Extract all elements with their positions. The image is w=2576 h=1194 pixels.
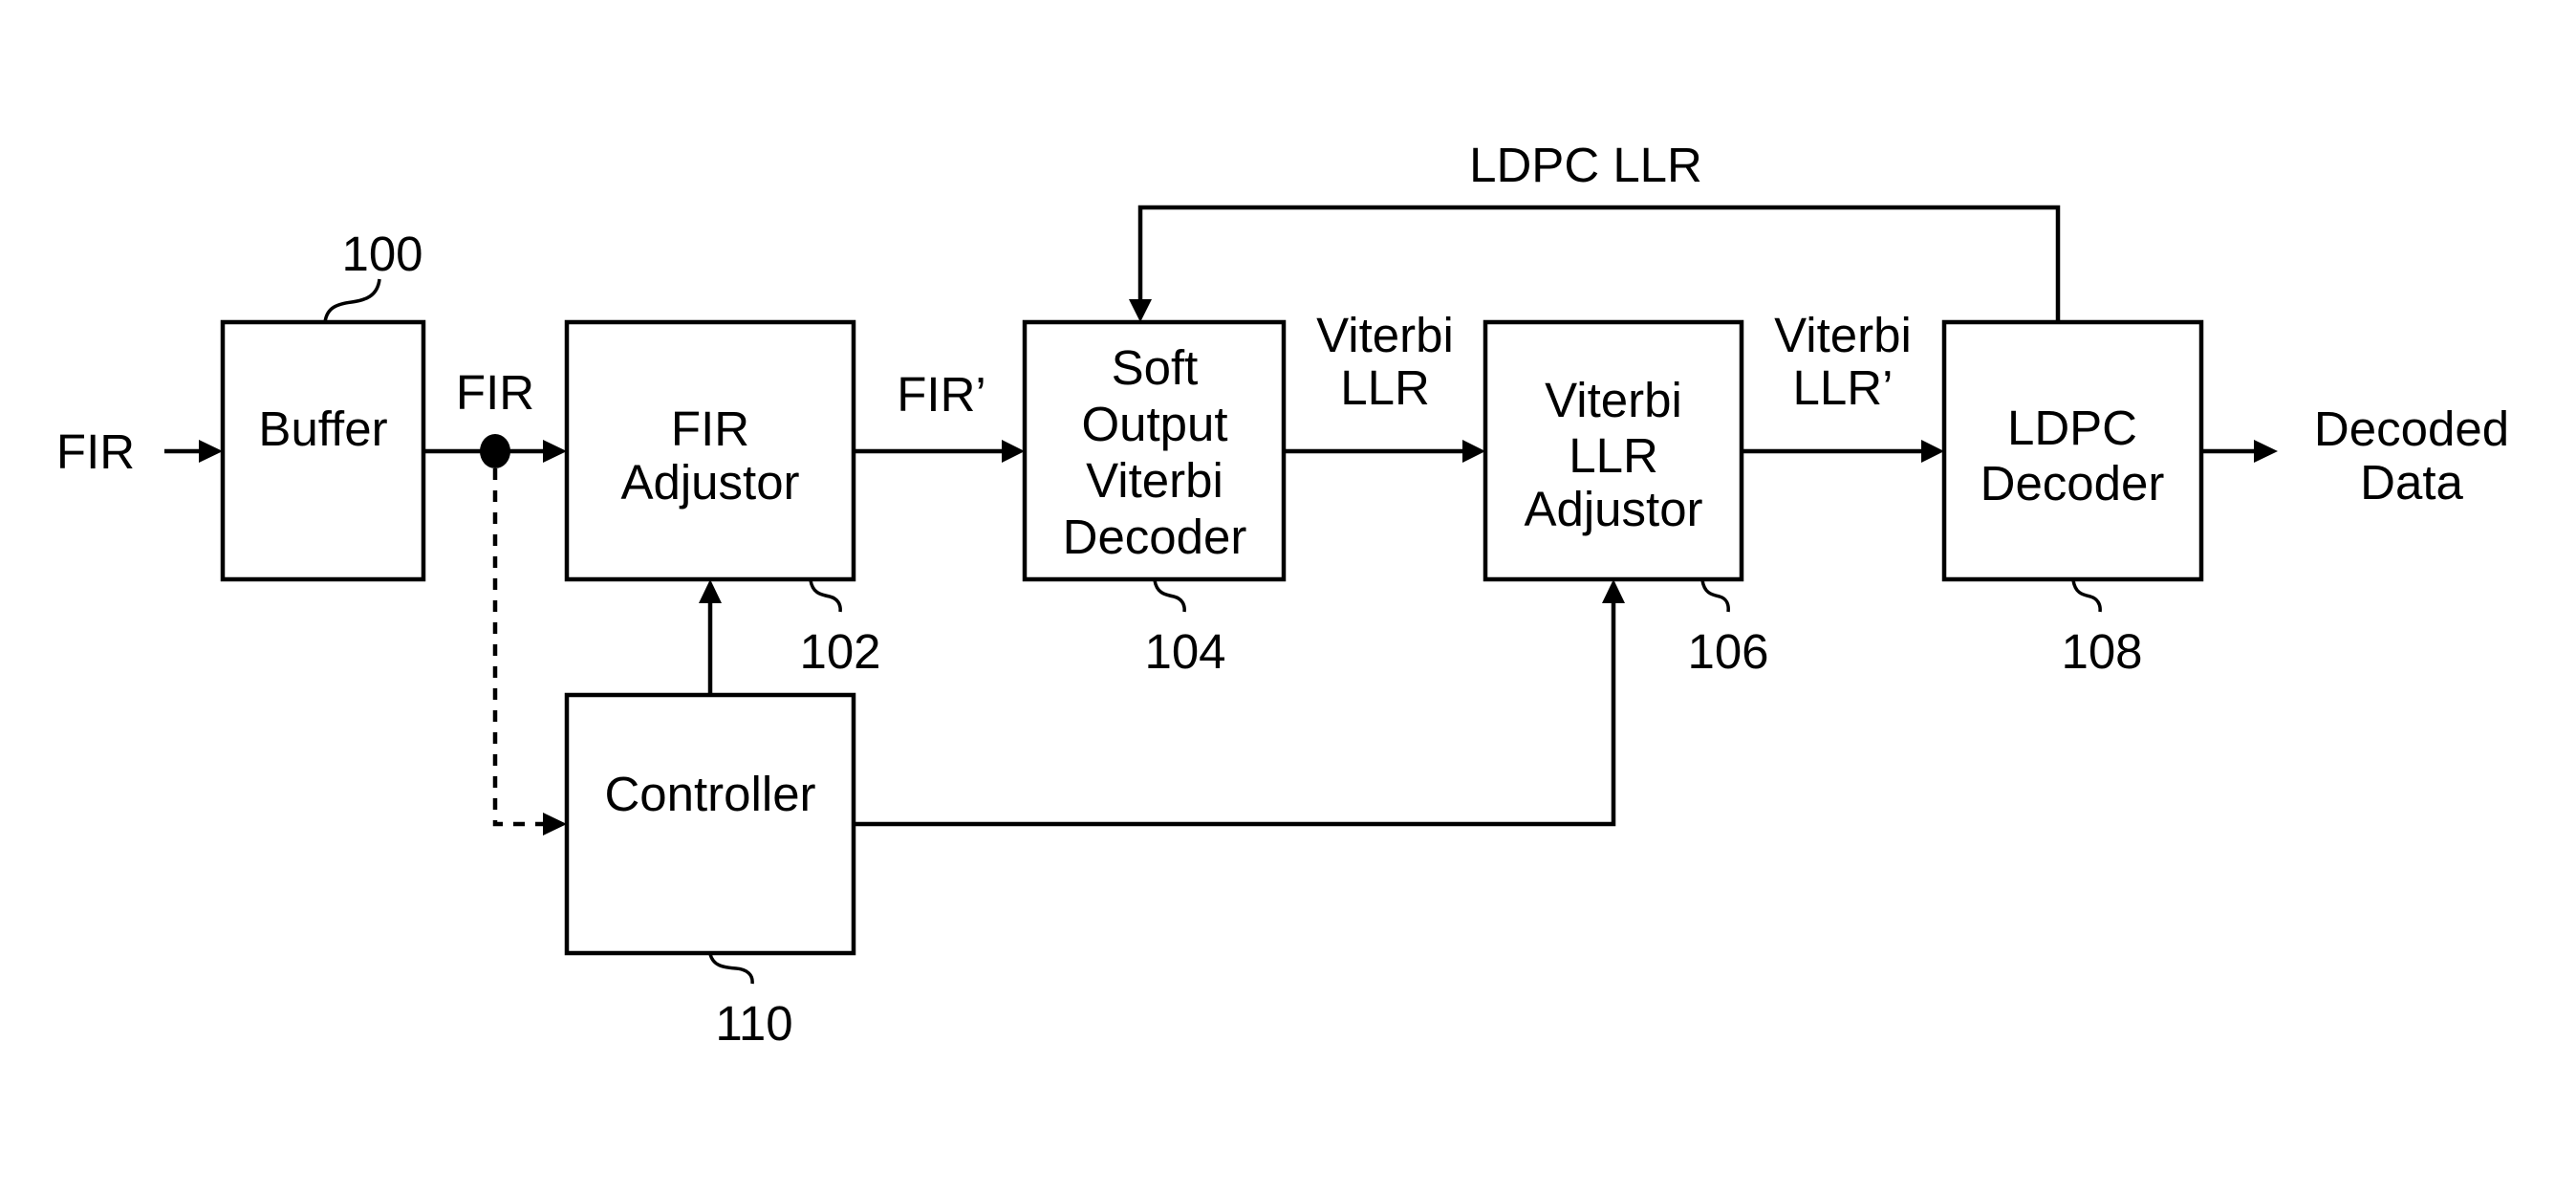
wire-ldpc-feedback-to-sovd: LDPC LLR xyxy=(1129,138,2061,322)
buffer-label: Buffer xyxy=(258,402,387,456)
fir-adjustor-label-line1: FIR xyxy=(671,402,749,456)
block-viterbi-llr-adjustor: Viterbi LLR Adjustor 106 xyxy=(1483,319,1769,679)
arrowhead xyxy=(1602,579,1625,603)
output-signal-label-line2: Data xyxy=(2360,455,2463,510)
block-buffer: Buffer 100 xyxy=(220,227,426,582)
block-soft-output-viterbi-decoder: Soft Output Viterbi Decoder 104 xyxy=(1022,319,1287,679)
viterbi-llr-signal-label-line1: Viterbi xyxy=(1316,308,1454,362)
fir-adjustor-ref-leader xyxy=(809,579,842,613)
wire-controller-to-viterbi-llr-adjustor xyxy=(854,579,1625,827)
block-controller: Controller 110 xyxy=(564,692,856,1051)
wire-controller-to-fir-adjustor xyxy=(699,579,722,695)
arrowhead xyxy=(699,579,722,603)
ldpc-decoder-ref-number: 108 xyxy=(2061,624,2142,679)
decoder-block-diagram: Buffer 100 FIR Adjustor 102 Soft Output … xyxy=(56,138,2509,1051)
arrowhead xyxy=(1129,299,1152,322)
output-signal-label-line1: Decoded xyxy=(2314,402,2509,456)
viterbi-llr-adjustor-label-line3: Adjustor xyxy=(1524,482,1702,536)
buffer-ref-number: 100 xyxy=(341,227,422,281)
viterbi-llr-signal-label-line2: LLR xyxy=(1340,360,1430,415)
viterbi-llr-prime-signal-label-line2: LLR’ xyxy=(1793,360,1894,415)
viterbi-llr-adjustor-ref-leader xyxy=(1700,579,1730,613)
block-ldpc-decoder: LDPC Decoder 108 xyxy=(1941,319,2204,679)
fir-prime-signal-label: FIR’ xyxy=(897,367,985,422)
sovd-ref-number: 104 xyxy=(1144,624,1225,679)
ldpc-decoder-ref-leader xyxy=(2071,579,2102,613)
controller-ref-number: 110 xyxy=(715,996,792,1051)
ldpc-decoder-label-line2: Decoder xyxy=(1981,456,2165,510)
fir-adjustor-label-line2: Adjustor xyxy=(620,455,799,510)
block-fir-adjustor: FIR Adjustor 102 xyxy=(564,319,881,679)
sovd-label-line1: Soft xyxy=(1112,340,1199,395)
fir-signal-label: FIR xyxy=(456,365,534,420)
input-signal-label: FIR xyxy=(56,424,135,479)
arrowhead xyxy=(543,813,567,836)
wire-input-to-buffer: FIR xyxy=(56,424,223,479)
wire-sovd-to-viterbi-llr-adjustor: Viterbi LLR xyxy=(1284,308,1485,463)
arrowhead xyxy=(1002,440,1025,463)
wire-buffer-to-fir-adjustor: FIR xyxy=(423,365,567,468)
viterbi-llr-adjustor-ref-number: 106 xyxy=(1687,624,1768,679)
arrowhead xyxy=(2254,440,2278,463)
arrowhead xyxy=(1921,440,1944,463)
junction-dot xyxy=(480,434,510,468)
viterbi-llr-prime-signal-label-line1: Viterbi xyxy=(1774,308,1912,362)
wire-viterbi-llr-adjustor-to-ldpc: Viterbi LLR’ xyxy=(1742,308,1944,463)
sovd-label-line4: Decoder xyxy=(1063,510,1247,564)
sovd-ref-leader xyxy=(1153,579,1186,613)
arrowhead xyxy=(1462,440,1485,463)
buffer-ref-leader xyxy=(323,278,381,323)
ldpc-llr-signal-label: LDPC LLR xyxy=(1469,138,1702,192)
wire-buffer-to-controller-dashed xyxy=(492,468,567,836)
wire-ldpc-to-output: Decoded Data xyxy=(2201,402,2509,510)
controller-box xyxy=(564,692,856,956)
viterbi-llr-adjustor-label-line1: Viterbi xyxy=(1545,373,1682,427)
ldpc-decoder-label-line1: LDPC xyxy=(2007,401,2137,455)
viterbi-llr-adjustor-label-line2: LLR xyxy=(1569,428,1658,483)
sovd-label-line2: Output xyxy=(1081,397,1227,451)
controller-label: Controller xyxy=(604,767,815,821)
wire-fir-adjustor-to-sovd: FIR’ xyxy=(854,367,1025,463)
arrowhead xyxy=(543,440,567,463)
sovd-label-line3: Viterbi xyxy=(1086,453,1223,508)
controller-ref-leader xyxy=(708,953,754,985)
fir-adjustor-ref-number: 102 xyxy=(799,624,880,679)
arrowhead xyxy=(199,440,223,463)
